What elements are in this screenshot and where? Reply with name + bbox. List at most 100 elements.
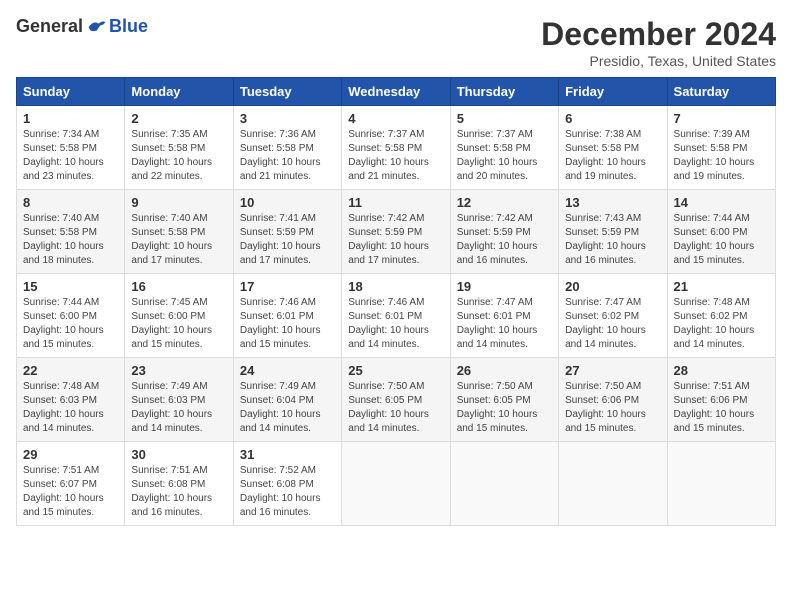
day-number: 3 [240, 111, 335, 126]
month-title: December 2024 [541, 16, 776, 53]
calendar-header-monday: Monday [125, 78, 233, 106]
day-number: 25 [348, 363, 443, 378]
page-header: General Blue December 2024 Presidio, Tex… [16, 16, 776, 69]
day-info: Sunrise: 7:40 AMSunset: 5:58 PMDaylight:… [131, 212, 226, 268]
day-number: 19 [457, 279, 552, 294]
day-number: 7 [674, 111, 769, 126]
calendar-cell: 21 Sunrise: 7:48 AMSunset: 6:02 PMDayligh… [667, 274, 775, 358]
location-text: Presidio, Texas, United States [541, 53, 776, 69]
day-number: 22 [23, 363, 118, 378]
calendar-cell: 15Sunrise: 7:44 AMSunset: 6:00 PMDayligh… [17, 274, 125, 358]
calendar-cell: 10Sunrise: 7:41 AMSunset: 5:59 PMDayligh… [233, 190, 341, 274]
day-number: 1 [23, 111, 118, 126]
calendar-header-tuesday: Tuesday [233, 78, 341, 106]
calendar-cell: 17 Sunrise: 7:46 AMSunset: 6:01 PMDayligh… [233, 274, 341, 358]
calendar-cell: 28Sunrise: 7:51 AMSunset: 6:06 PMDayligh… [667, 358, 775, 442]
calendar-cell [342, 442, 450, 526]
calendar-week-row: 15Sunrise: 7:44 AMSunset: 6:00 PMDayligh… [17, 274, 776, 358]
calendar-cell [667, 442, 775, 526]
day-info: Sunrise: 7:42 AMSunset: 5:59 PMDaylight:… [457, 212, 552, 268]
calendar-cell: 4 Sunrise: 7:37 AMSunset: 5:58 PMDaylight… [342, 106, 450, 190]
day-info: Sunrise: 7:46 AMSunset: 6:01 PMDaylight:… [240, 296, 335, 352]
calendar-cell: 24 Sunrise: 7:49 AMSunset: 6:04 PMDayligh… [233, 358, 341, 442]
calendar-cell: 12 Sunrise: 7:42 AMSunset: 5:59 PMDayligh… [450, 190, 558, 274]
day-number: 6 [565, 111, 660, 126]
day-info: Sunrise: 7:51 AMSunset: 6:08 PMDaylight:… [131, 464, 226, 520]
day-number: 9 [131, 195, 226, 210]
calendar-week-row: 22Sunrise: 7:48 AMSunset: 6:03 PMDayligh… [17, 358, 776, 442]
day-info: Sunrise: 7:43 AMSunset: 5:59 PMDaylight:… [565, 212, 660, 268]
day-info: Sunrise: 7:42 AMSunset: 5:59 PMDaylight:… [348, 212, 443, 268]
day-number: 12 [457, 195, 552, 210]
calendar-cell [450, 442, 558, 526]
day-info: Sunrise: 7:50 AMSunset: 6:06 PMDaylight:… [565, 380, 660, 436]
calendar-cell: 5 Sunrise: 7:37 AMSunset: 5:58 PMDaylight… [450, 106, 558, 190]
day-info: Sunrise: 7:34 AMSunset: 5:58 PMDaylight:… [23, 128, 118, 184]
calendar-header-wednesday: Wednesday [342, 78, 450, 106]
calendar-cell: 23Sunrise: 7:49 AMSunset: 6:03 PMDayligh… [125, 358, 233, 442]
calendar-cell: 9 Sunrise: 7:40 AMSunset: 5:58 PMDaylight… [125, 190, 233, 274]
logo-general-text: General [16, 16, 83, 37]
day-number: 13 [565, 195, 660, 210]
calendar-cell: 30Sunrise: 7:51 AMSunset: 6:08 PMDayligh… [125, 442, 233, 526]
day-number: 20 [565, 279, 660, 294]
calendar-cell: 18 Sunrise: 7:46 AMSunset: 6:01 PMDayligh… [342, 274, 450, 358]
day-info: Sunrise: 7:49 AMSunset: 6:04 PMDaylight:… [240, 380, 335, 436]
calendar-cell: 20 Sunrise: 7:47 AMSunset: 6:02 PMDayligh… [559, 274, 667, 358]
day-number: 18 [348, 279, 443, 294]
day-info: Sunrise: 7:48 AMSunset: 6:02 PMDaylight:… [674, 296, 769, 352]
day-number: 5 [457, 111, 552, 126]
calendar-cell: 13 Sunrise: 7:43 AMSunset: 5:59 PMDayligh… [559, 190, 667, 274]
day-number: 10 [240, 195, 335, 210]
day-info: Sunrise: 7:50 AMSunset: 6:05 PMDaylight:… [457, 380, 552, 436]
calendar-week-row: 1 Sunrise: 7:34 AMSunset: 5:58 PMDaylight… [17, 106, 776, 190]
day-info: Sunrise: 7:50 AMSunset: 6:05 PMDaylight:… [348, 380, 443, 436]
day-number: 2 [131, 111, 226, 126]
day-number: 21 [674, 279, 769, 294]
calendar-header-friday: Friday [559, 78, 667, 106]
day-number: 16 [131, 279, 226, 294]
day-info: Sunrise: 7:36 AMSunset: 5:58 PMDaylight:… [240, 128, 335, 184]
day-number: 17 [240, 279, 335, 294]
day-info: Sunrise: 7:40 AMSunset: 5:58 PMDaylight:… [23, 212, 118, 268]
logo-blue-text: Blue [109, 16, 148, 37]
day-number: 27 [565, 363, 660, 378]
calendar-cell: 19 Sunrise: 7:47 AMSunset: 6:01 PMDayligh… [450, 274, 558, 358]
calendar-cell [559, 442, 667, 526]
calendar-header-row: SundayMondayTuesdayWednesdayThursdayFrid… [17, 78, 776, 106]
calendar-cell: 22Sunrise: 7:48 AMSunset: 6:03 PMDayligh… [17, 358, 125, 442]
calendar-cell: 11Sunrise: 7:42 AMSunset: 5:59 PMDayligh… [342, 190, 450, 274]
day-number: 29 [23, 447, 118, 462]
calendar-cell: 29Sunrise: 7:51 AMSunset: 6:07 PMDayligh… [17, 442, 125, 526]
day-info: Sunrise: 7:46 AMSunset: 6:01 PMDaylight:… [348, 296, 443, 352]
day-number: 24 [240, 363, 335, 378]
day-info: Sunrise: 7:47 AMSunset: 6:01 PMDaylight:… [457, 296, 552, 352]
calendar-cell: 2Sunrise: 7:35 AMSunset: 5:58 PMDaylight… [125, 106, 233, 190]
calendar-cell: 27 Sunrise: 7:50 AMSunset: 6:06 PMDayligh… [559, 358, 667, 442]
day-info: Sunrise: 7:47 AMSunset: 6:02 PMDaylight:… [565, 296, 660, 352]
day-number: 28 [674, 363, 769, 378]
calendar-cell: 7 Sunrise: 7:39 AMSunset: 5:58 PMDaylight… [667, 106, 775, 190]
day-number: 4 [348, 111, 443, 126]
day-info: Sunrise: 7:52 AMSunset: 6:08 PMDaylight:… [240, 464, 335, 520]
logo: General Blue [16, 16, 148, 37]
day-info: Sunrise: 7:37 AMSunset: 5:58 PMDaylight:… [348, 128, 443, 184]
calendar-cell: 6 Sunrise: 7:38 AMSunset: 5:58 PMDaylight… [559, 106, 667, 190]
day-info: Sunrise: 7:44 AMSunset: 6:00 PMDaylight:… [674, 212, 769, 268]
calendar-week-row: 8 Sunrise: 7:40 AMSunset: 5:58 PMDaylight… [17, 190, 776, 274]
calendar-header-saturday: Saturday [667, 78, 775, 106]
day-number: 8 [23, 195, 118, 210]
calendar-cell: 8 Sunrise: 7:40 AMSunset: 5:58 PMDaylight… [17, 190, 125, 274]
calendar-cell: 3 Sunrise: 7:36 AMSunset: 5:58 PMDaylight… [233, 106, 341, 190]
calendar-cell: 14 Sunrise: 7:44 AMSunset: 6:00 PMDayligh… [667, 190, 775, 274]
day-info: Sunrise: 7:45 AMSunset: 6:00 PMDaylight:… [131, 296, 226, 352]
day-info: Sunrise: 7:37 AMSunset: 5:58 PMDaylight:… [457, 128, 552, 184]
day-info: Sunrise: 7:39 AMSunset: 5:58 PMDaylight:… [674, 128, 769, 184]
calendar-cell: 25 Sunrise: 7:50 AMSunset: 6:05 PMDayligh… [342, 358, 450, 442]
calendar-header-sunday: Sunday [17, 78, 125, 106]
day-info: Sunrise: 7:38 AMSunset: 5:58 PMDaylight:… [565, 128, 660, 184]
day-number: 31 [240, 447, 335, 462]
day-number: 14 [674, 195, 769, 210]
calendar-header-thursday: Thursday [450, 78, 558, 106]
calendar-cell: 31 Sunrise: 7:52 AMSunset: 6:08 PMDayligh… [233, 442, 341, 526]
